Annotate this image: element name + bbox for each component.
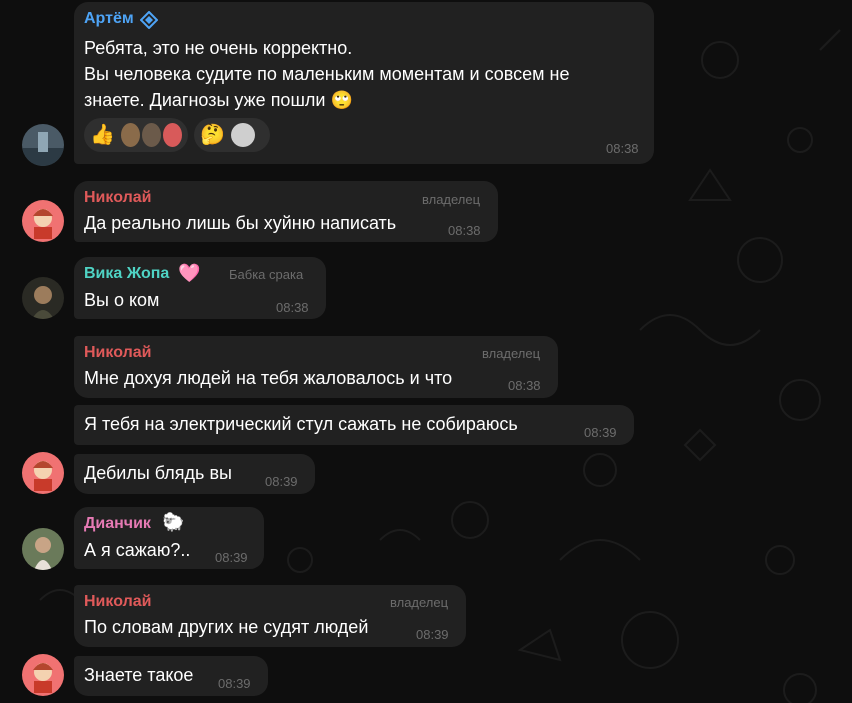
message-time: 08:39 [416, 627, 449, 642]
avatar-nikolai[interactable] [22, 200, 64, 242]
message-bubble-artem[interactable]: Артём Ребята, это не очень корректно. Вы… [74, 2, 654, 164]
message-time: 08:39 [215, 550, 248, 565]
message-bubble[interactable]: Знаете такое 08:39 [74, 656, 268, 696]
message-time: 08:38 [448, 223, 481, 238]
message-text-line: знаете. Диагнозы уже пошли 🙄 [84, 90, 353, 110]
member-badge: Бабка срака [229, 267, 304, 282]
message-text: Знаете такое [84, 665, 194, 685]
message-text: Да реально лишь бы хуйню написать [84, 213, 397, 233]
sender-heart-emoji: 🩷 [178, 263, 201, 283]
reactor-avatar [162, 123, 182, 147]
reactor-avatar [141, 123, 161, 147]
sender-name[interactable]: Николай [84, 593, 151, 611]
sender-sheep-emoji: 🐑 [162, 512, 185, 532]
message-time: 08:38 [508, 378, 541, 393]
thumbs-up-emoji: 👍 [90, 124, 115, 146]
reaction-thinking[interactable]: 🤔 [194, 118, 270, 152]
thinking-emoji: 🤔 [200, 124, 225, 146]
message-text: Дебилы блядь вы [84, 463, 232, 483]
sender-name[interactable]: Николай [84, 344, 151, 362]
reactor-avatar [120, 123, 140, 147]
avatar-photo-icon [22, 528, 64, 570]
message-text: По словам других не судят людей [84, 617, 369, 637]
owner-badge: владелец [482, 346, 541, 361]
avatar-vika[interactable] [22, 277, 64, 319]
message-bubble-nikolai[interactable]: Николай владелец Мне дохуя людей на тебя… [74, 336, 558, 398]
owner-badge: владелец [390, 595, 449, 610]
reactor-avatar [230, 123, 255, 147]
message-bubble-nikolai[interactable]: Николай владелец Да реально лишь бы хуйн… [74, 181, 498, 242]
message-text: Мне дохуя людей на тебя жаловалось и что [84, 368, 453, 388]
avatar-nikolai[interactable] [22, 654, 64, 696]
message-bubble[interactable]: Дебилы блядь вы 08:39 [74, 454, 315, 494]
message-time: 08:39 [218, 676, 251, 691]
message-text: А я сажаю?.. [84, 540, 191, 560]
sender-name[interactable]: Артём [84, 10, 134, 28]
message-time: 08:39 [265, 474, 298, 489]
message-bubble-dianchik[interactable]: Дианчик 🐑 А я сажаю?.. 08:39 [74, 507, 264, 569]
message-time: 08:39 [584, 425, 617, 440]
sender-name[interactable]: Вика Жопа [84, 265, 169, 283]
message-bubble-nikolai[interactable]: Николай владелец По словам других не суд… [74, 585, 466, 647]
message-text: Вы о ком [84, 290, 160, 310]
sender-name[interactable]: Николай [84, 189, 151, 207]
message-bubble-vika[interactable]: Вика Жопа 🩷 Бабка срака Вы о ком 08:38 [74, 257, 326, 319]
avatar-cartoon-icon [22, 452, 64, 494]
avatar-artem[interactable] [22, 124, 64, 166]
sender-name[interactable]: Дианчик [84, 515, 151, 533]
sender-badge-icon [140, 11, 158, 29]
reaction-thumbs-up[interactable]: 👍 [84, 118, 188, 152]
avatar-dianchik[interactable] [22, 528, 64, 570]
message-text-line: Ребята, это не очень корректно. [84, 38, 353, 58]
avatar-photo-icon [22, 124, 64, 166]
avatar-cartoon-icon [22, 200, 64, 242]
message-text: Я тебя на электрический стул сажать не с… [84, 414, 518, 434]
avatar-nikolai[interactable] [22, 452, 64, 494]
message-text-line: Вы человека судите по маленьким моментам… [84, 64, 570, 84]
message-bubble[interactable]: Я тебя на электрический стул сажать не с… [74, 405, 634, 445]
avatar-cartoon-icon [22, 654, 64, 696]
message-time: 08:38 [276, 300, 309, 315]
avatar-photo-icon [22, 277, 64, 319]
message-time: 08:38 [606, 141, 639, 156]
owner-badge: владелец [422, 192, 481, 207]
